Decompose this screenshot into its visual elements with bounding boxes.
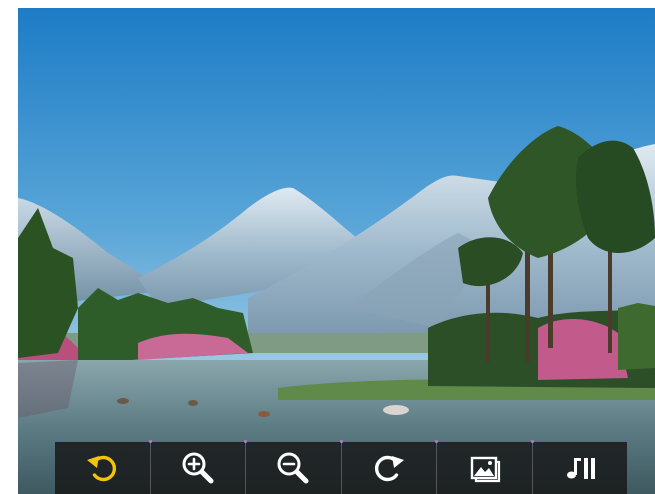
slideshow-button[interactable] [435,440,532,494]
rotate-right-button[interactable] [339,440,437,494]
picture-icon [471,456,501,483]
landscape-photo [18,8,655,494]
music-button[interactable] [530,440,628,494]
rotate-left-icon [87,455,117,482]
zoom-in-icon [182,452,214,484]
photo-viewer [18,8,655,494]
rotate-left-button[interactable] [55,442,150,494]
rotate-right-icon [374,455,404,482]
zoom-out-icon [277,452,309,484]
viewer-toolbar [55,440,628,494]
music-play-pause-icon [566,458,595,479]
zoom-out-button[interactable] [244,440,341,494]
zoom-in-button[interactable] [148,440,246,494]
